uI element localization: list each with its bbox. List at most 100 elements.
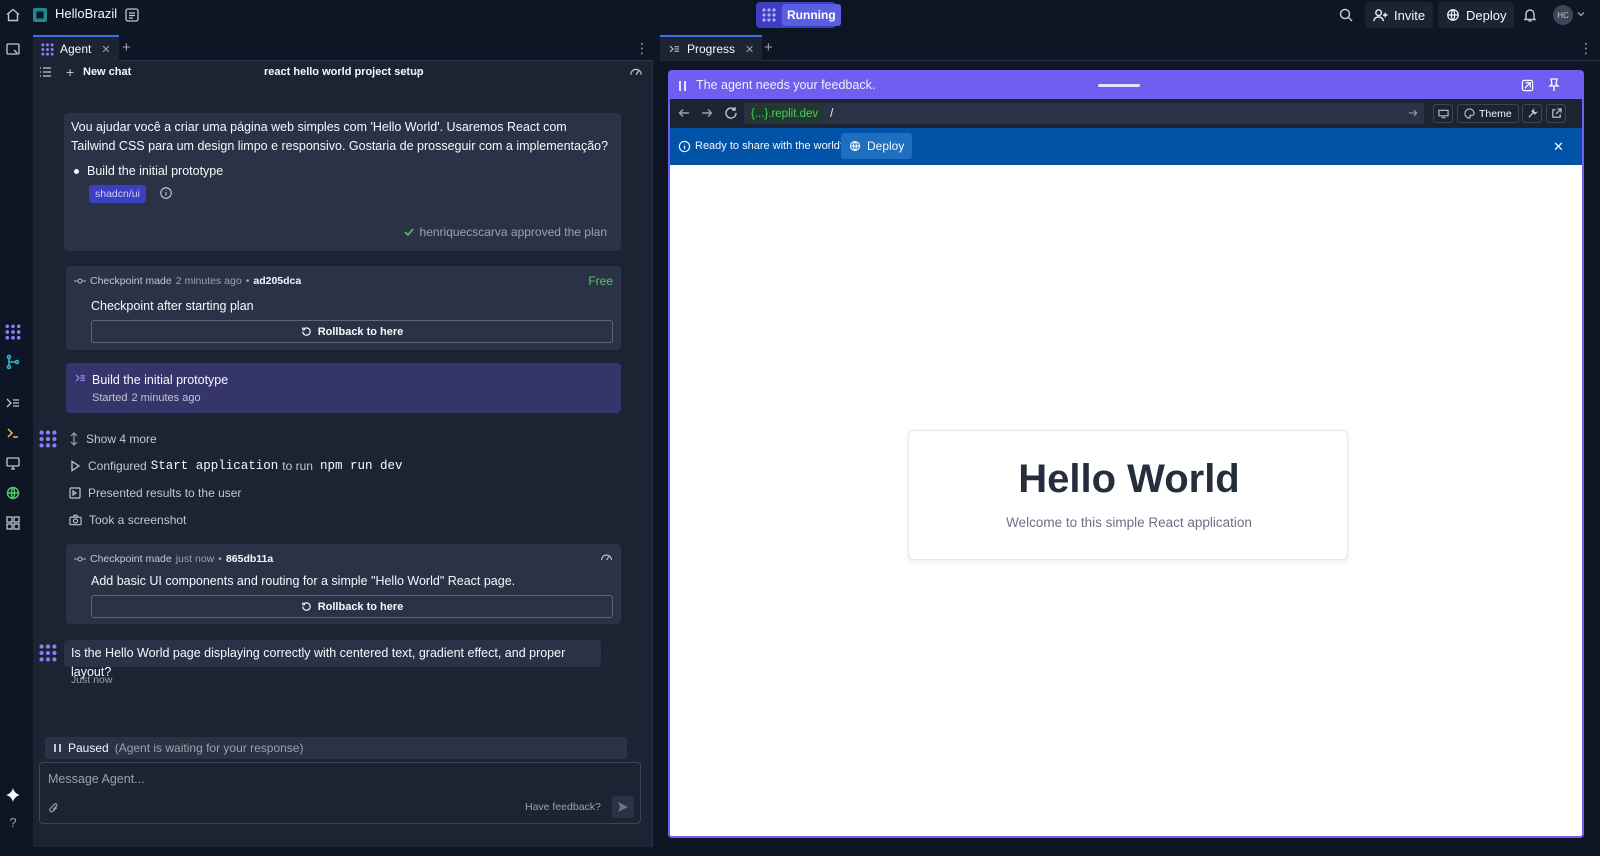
tab-progress-label: Progress (687, 42, 736, 56)
configured-run: npm run dev (319, 459, 403, 473)
new-chat-button[interactable]: New chat (83, 66, 131, 78)
add-tab-icon[interactable]: + (764, 40, 773, 55)
sparkle-icon[interactable] (5, 787, 21, 803)
tab-progress[interactable]: Progress ✕ (660, 35, 763, 61)
rollback-label: Rollback to here (317, 600, 404, 613)
deployments-icon[interactable] (5, 485, 21, 501)
feedback-link[interactable]: Have feedback? (525, 801, 601, 813)
forward-icon[interactable] (701, 107, 713, 119)
bell-icon[interactable] (1522, 7, 1538, 23)
agent-icon[interactable] (5, 324, 21, 340)
monitor-icon (1437, 109, 1449, 118)
search-icon[interactable] (1338, 7, 1354, 23)
rollback-button[interactable]: Rollback to here (91, 320, 613, 343)
back-icon[interactable] (678, 107, 690, 119)
left-rail: ? (0, 35, 26, 856)
rollback-label: Rollback to here (317, 325, 404, 338)
open-new-tab-button[interactable] (1546, 104, 1566, 123)
theme-button[interactable]: Theme (1457, 104, 1519, 123)
chevron-down-icon[interactable] (413, 68, 422, 77)
all-tools-icon[interactable] (5, 515, 21, 531)
agent-panel: Agent ✕ + ⋮ + New chat react hello world… (33, 35, 653, 847)
show-more-button[interactable]: Show 4 more (69, 432, 157, 446)
commit-icon (74, 554, 86, 564)
close-icon[interactable]: ✕ (745, 43, 754, 56)
expand-icon (69, 432, 79, 446)
action-configured: Configured Start application to run npm … (69, 459, 402, 473)
webview-icon[interactable] (5, 455, 21, 471)
wrench-icon (1527, 108, 1538, 118)
home-icon[interactable] (5, 7, 21, 23)
progress-icon (74, 372, 87, 384)
banner-deploy-button[interactable]: Deploy (841, 133, 913, 159)
presented-label: Presented results to the user (88, 486, 242, 500)
message-input[interactable] (48, 769, 608, 789)
feedback-banner: The agent needs your feedback. (670, 72, 1582, 99)
send-button[interactable] (612, 796, 634, 818)
explorer-icon[interactable] (5, 41, 21, 57)
paused-status: Paused (Agent is waiting for your respon… (45, 737, 627, 759)
checkpoint-hash[interactable]: 865db11a (226, 553, 273, 565)
check-icon (403, 226, 415, 238)
app-title[interactable]: HelloBrazil (55, 6, 117, 21)
external-link-icon (1551, 108, 1562, 118)
devtools-button[interactable] (1522, 104, 1542, 123)
task-title: Build the initial prototype (92, 373, 229, 387)
deploy-label: Deploy (1466, 7, 1507, 23)
more-options-icon[interactable]: ⋮ (1579, 41, 1593, 55)
pause-icon (53, 743, 62, 753)
deploy-button[interactable]: Deploy (1438, 2, 1515, 28)
plan-item: Build the initial prototype (74, 162, 223, 181)
info-icon (678, 140, 691, 153)
refresh-icon[interactable] (724, 106, 738, 120)
url-host: {...}.replit.dev (747, 105, 823, 122)
info-icon[interactable] (159, 186, 173, 200)
question-text: Is the Hello World page displaying corre… (71, 646, 566, 679)
console-icon[interactable] (5, 425, 21, 441)
task-card[interactable]: Build the initial prototype Started 2 mi… (66, 363, 621, 413)
chat-messages: Vou ajudar você a criar uma página web s… (33, 85, 653, 735)
checkpoint-header: Checkpoint made just now • 865db11a (74, 553, 273, 565)
plan-item-label: Build the initial prototype (87, 164, 224, 178)
chat-list-icon[interactable] (39, 66, 52, 78)
repl-logo-icon (32, 7, 48, 23)
feedback-banner-text: The agent needs your feedback. (696, 78, 876, 92)
device-button[interactable] (1433, 104, 1453, 123)
bullet-icon (74, 169, 79, 174)
running-button[interactable]: Running (756, 2, 841, 28)
attach-icon[interactable] (48, 802, 60, 815)
invite-button[interactable]: Invite (1365, 2, 1434, 28)
add-tab-icon[interactable]: + (122, 40, 131, 55)
deploy-icon (849, 140, 861, 152)
chevron-down-icon[interactable] (1576, 9, 1586, 19)
close-icon[interactable]: ✕ (1553, 139, 1564, 155)
agent-logo-icon (762, 8, 776, 22)
git-icon[interactable] (5, 354, 21, 370)
shadcn-chip[interactable]: shadcn/ui (89, 185, 146, 203)
drag-handle[interactable] (1098, 84, 1140, 87)
collapse-icon[interactable] (1521, 79, 1534, 92)
go-icon[interactable] (1408, 108, 1418, 118)
show-more-label: Show 4 more (86, 432, 157, 446)
help-icon[interactable]: ? (5, 815, 21, 831)
files-icon[interactable] (124, 7, 140, 23)
url-field[interactable]: {...}.replit.dev / (744, 103, 1424, 124)
close-icon[interactable]: ✕ (101, 43, 110, 56)
avatar[interactable]: HC (1553, 5, 1573, 25)
pin-icon[interactable] (1548, 78, 1560, 92)
share-banner: Ready to share with the world? Deploy ✕ (670, 128, 1582, 165)
speed-gauge-icon[interactable] (600, 551, 613, 564)
chat-title[interactable]: react hello world project setup (264, 66, 424, 78)
progress-panel: Progress ✕ + ⋮ The agent needs your feed… (660, 35, 1600, 847)
checkpoint-hash[interactable]: ad205dca (253, 275, 301, 287)
chat-header: + New chat react hello world project set… (33, 62, 653, 82)
tab-agent[interactable]: Agent ✕ (33, 35, 119, 61)
more-options-icon[interactable]: ⋮ (635, 41, 649, 55)
theme-label: Theme (1479, 107, 1512, 120)
checkpoint-made: Checkpoint made (90, 553, 172, 565)
speed-gauge-icon[interactable] (629, 65, 643, 79)
message-composer: Have feedback? (39, 762, 641, 824)
rollback-button[interactable]: Rollback to here (91, 595, 613, 618)
webview: The agent needs your feedback. {...}.rep… (668, 70, 1584, 838)
progress-icon[interactable] (5, 395, 21, 411)
